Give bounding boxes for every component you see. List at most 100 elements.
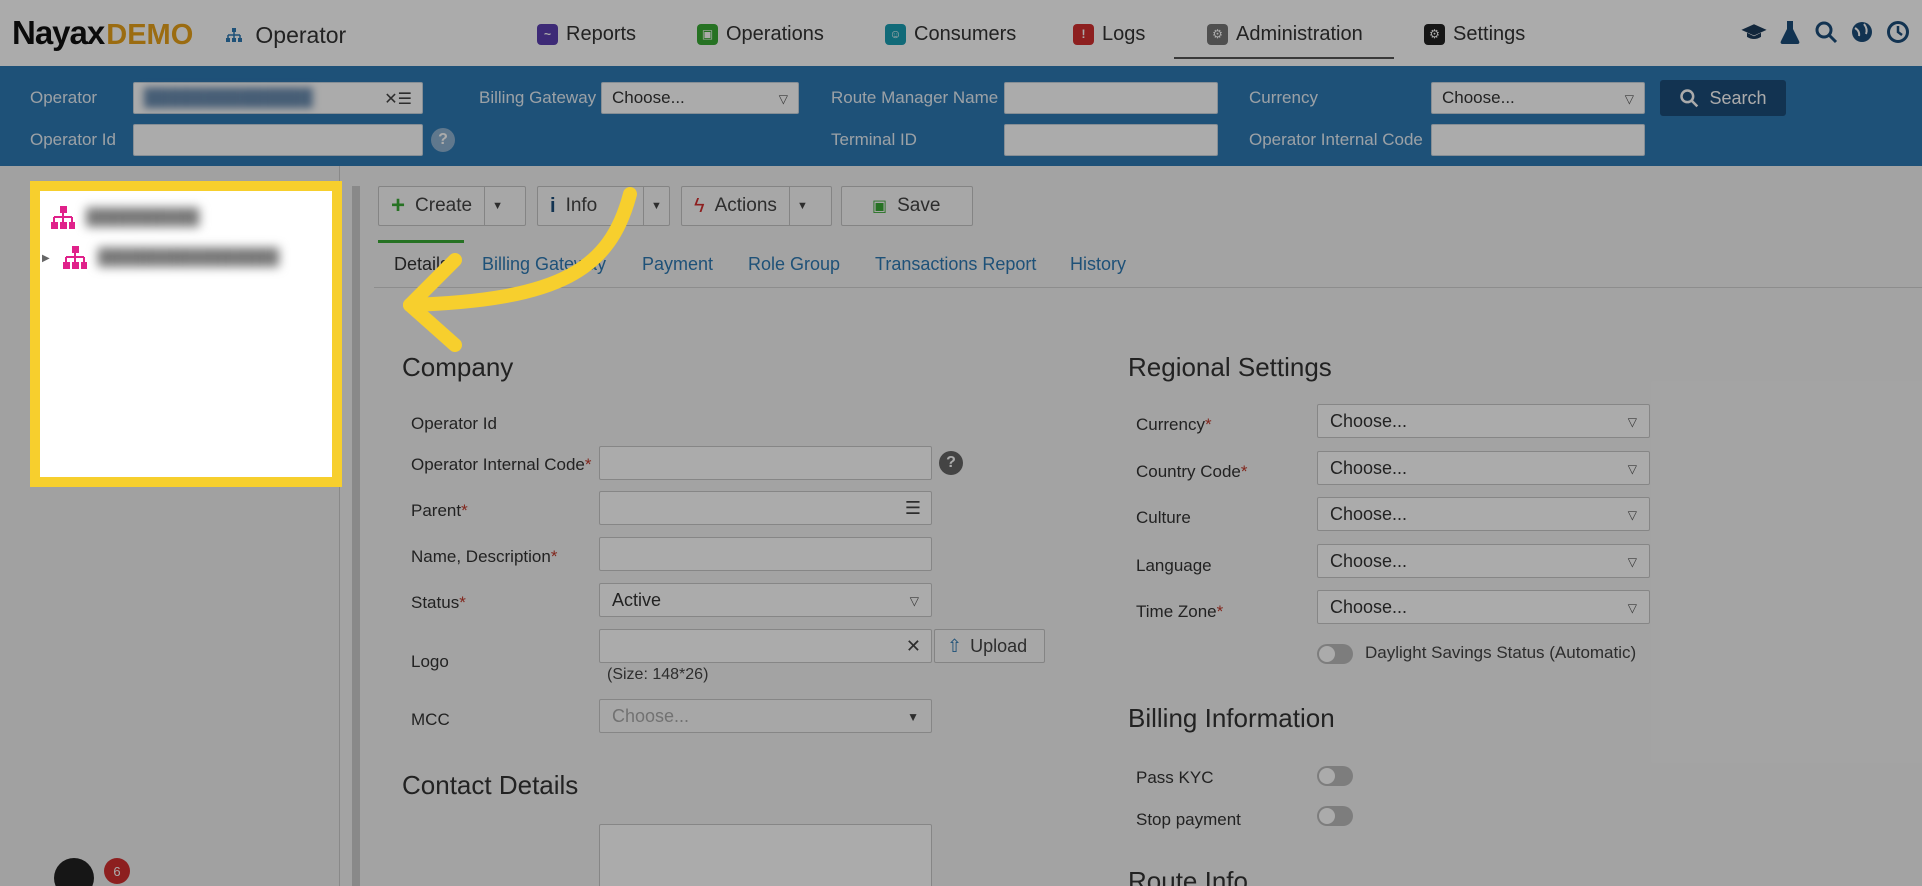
terminal-id-label: Terminal ID <box>831 130 917 149</box>
operator-id-label: Operator Id <box>411 414 497 433</box>
clear-icon[interactable]: ✕ <box>906 636 921 657</box>
dropdown-arrow-icon: ▽ <box>1627 415 1637 429</box>
nav-settings[interactable]: ⚙ Settings <box>1424 19 1525 49</box>
country-code-label: Country Code* <box>1136 462 1248 481</box>
operator-value-blurred: ██████████████ <box>144 88 313 107</box>
help-icon[interactable]: ? <box>939 451 963 475</box>
clear-list-icon[interactable]: ✕☰ <box>384 89 412 109</box>
actions-button[interactable]: ϟ Actions ▼ <box>681 186 832 226</box>
status-select[interactable]: Active ▽ <box>599 583 932 617</box>
currency-select[interactable]: Choose... ▽ <box>1431 82 1645 114</box>
nav-administration[interactable]: ⚙ Administration <box>1207 19 1363 49</box>
panel-splitter[interactable] <box>352 186 360 886</box>
hierarchy-icon <box>226 28 242 42</box>
country-code-select[interactable]: Choose... ▽ <box>1317 451 1650 485</box>
nav-logs[interactable]: ! Logs <box>1073 19 1145 49</box>
nayax-logo[interactable]: NayaxDEMO <box>12 14 193 52</box>
currency-label: Currency* <box>1136 415 1212 434</box>
parent-field[interactable]: ☰ <box>599 491 932 525</box>
route-manager-label: Route Manager Name <box>831 88 999 107</box>
save-button[interactable]: ▣ Save <box>841 186 973 226</box>
tab-transactions-report[interactable]: Transactions Report <box>875 254 1036 275</box>
dropdown-arrow-icon: ▼ <box>907 710 919 724</box>
operator-id-input[interactable] <box>133 124 423 156</box>
pass-kyc-label: Pass KYC <box>1136 768 1214 787</box>
flask-icon[interactable] <box>1776 18 1804 46</box>
operator-label: Operator <box>30 88 98 107</box>
dropdown-arrow-icon: ▽ <box>1624 92 1634 106</box>
search-icon[interactable] <box>1812 18 1840 46</box>
notification-badge[interactable]: 6 <box>104 858 130 884</box>
name-description-field[interactable] <box>599 537 932 571</box>
administration-icon: ⚙ <box>1207 23 1228 45</box>
tutorial-arrow-icon <box>403 187 637 352</box>
operator-internal-code-field[interactable] <box>599 446 932 480</box>
stop-payment-toggle[interactable] <box>1317 806 1353 826</box>
dropdown-arrow-icon: ▽ <box>909 594 919 608</box>
tab-role-group[interactable]: Role Group <box>748 254 840 275</box>
name-description-label: Name, Description* <box>411 547 558 566</box>
operator-id-label: Operator Id <box>30 130 116 149</box>
settings-icon: ⚙ <box>1424 23 1445 45</box>
list-icon[interactable]: ☰ <box>905 498 921 519</box>
tree-node-label-blurred: ██████████ <box>86 209 200 226</box>
globe-icon[interactable] <box>1848 18 1876 46</box>
active-nav-indicator <box>1174 57 1394 59</box>
chevron-down-icon[interactable]: ▼ <box>788 187 815 225</box>
language-label: Language <box>1136 556 1212 575</box>
expand-arrow-icon[interactable]: ▶ <box>42 253 50 264</box>
graduation-cap-icon[interactable] <box>1740 18 1768 46</box>
search-button[interactable]: Search <box>1660 80 1786 116</box>
nav-reports[interactable]: ~ Reports <box>537 19 636 49</box>
app-name: Operator <box>225 22 346 49</box>
reports-icon: ~ <box>537 23 558 45</box>
operator-internal-code-label: Operator Internal Code* <box>411 455 592 474</box>
filter-bar: Operator ██████████████ ✕☰ Operator Id ?… <box>0 66 1922 166</box>
tree-highlight-box: ██████████ ▶ ████████████████ <box>30 181 342 487</box>
tab-history[interactable]: History <box>1070 254 1126 275</box>
contact-details-title: Contact Details <box>402 770 579 800</box>
billing-gateway-select[interactable]: Choose... ▽ <box>601 82 799 114</box>
dropdown-arrow-icon: ▽ <box>1627 508 1637 522</box>
operator-input[interactable]: ██████████████ ✕☰ <box>133 82 423 114</box>
operations-icon: ▣ <box>697 23 718 45</box>
terminal-id-input[interactable] <box>1004 124 1218 156</box>
culture-select[interactable]: Choose... ▽ <box>1317 497 1650 531</box>
mcc-select[interactable]: Choose... ▼ <box>599 699 932 733</box>
time-zone-select[interactable]: Choose... ▽ <box>1317 590 1650 624</box>
billing-gateway-label: Billing Gateway <box>479 88 597 107</box>
billing-information-title: Billing Information <box>1128 703 1335 733</box>
upload-icon: ⇧ <box>947 635 963 656</box>
tab-payment[interactable]: Payment <box>642 254 713 275</box>
operator-internal-code-label: Operator Internal Code <box>1249 130 1423 149</box>
tree-node-child[interactable]: ▶ ████████████████ <box>42 245 279 271</box>
time-zone-label: Time Zone* <box>1136 602 1224 621</box>
help-icon[interactable]: ? <box>431 128 455 152</box>
route-manager-input[interactable] <box>1004 82 1218 114</box>
floppy-disk-icon: ▣ <box>872 198 888 215</box>
dropdown-arrow-icon: ▽ <box>1627 601 1637 615</box>
status-label: Status* <box>411 593 466 612</box>
logo-label: Logo <box>411 652 449 671</box>
lightning-icon: ϟ <box>694 194 705 217</box>
pass-kyc-toggle[interactable] <box>1317 766 1353 786</box>
tree-node-label-blurred: ████████████████ <box>97 249 280 266</box>
daylight-savings-toggle[interactable] <box>1317 644 1353 664</box>
parent-label: Parent* <box>411 501 468 520</box>
contact-details-field[interactable] <box>599 824 932 886</box>
mcc-label: MCC <box>411 710 450 729</box>
tree-node-root[interactable]: ██████████ <box>50 205 199 231</box>
dropdown-arrow-icon: ▽ <box>1627 555 1637 569</box>
hierarchy-icon <box>51 206 75 229</box>
consumers-icon: ☺ <box>885 23 906 45</box>
clock-icon[interactable] <box>1884 18 1912 46</box>
language-select[interactable]: Choose... ▽ <box>1317 544 1650 578</box>
top-navigation: NayaxDEMO Operator ~ Reports ▣ Operation… <box>0 0 1922 66</box>
upload-button[interactable]: ⇧ Upload <box>934 629 1045 663</box>
logo-field[interactable]: ✕ <box>599 629 932 663</box>
currency-select[interactable]: Choose... ▽ <box>1317 404 1650 438</box>
operator-internal-code-input[interactable] <box>1431 124 1645 156</box>
nav-operations[interactable]: ▣ Operations <box>697 19 824 49</box>
nav-consumers[interactable]: ☺ Consumers <box>885 19 1016 49</box>
culture-label: Culture <box>1136 508 1191 527</box>
